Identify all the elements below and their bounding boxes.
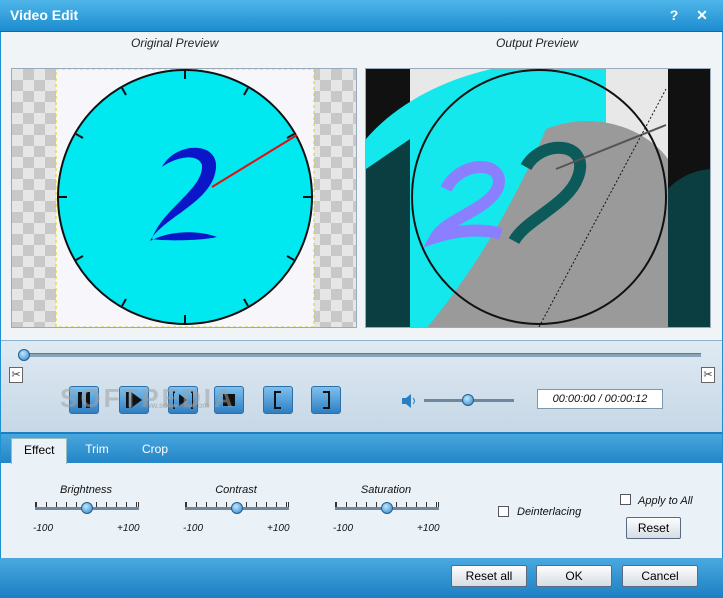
original-preview-label: Original Preview (131, 36, 219, 50)
ok-button[interactable]: OK (536, 565, 612, 587)
tab-crop[interactable]: Crop (129, 438, 181, 462)
tab-effect[interactable]: Effect (11, 438, 67, 464)
contrast-max: +100 (267, 523, 290, 534)
cancel-button[interactable]: Cancel (622, 565, 698, 587)
watermark-url: www.softpedia.com (140, 401, 209, 410)
window-title: Video Edit (10, 7, 79, 23)
brightness-min: -100 (33, 523, 54, 534)
mark-in-icon (274, 391, 281, 409)
saturation-label: Saturation (360, 484, 412, 496)
contrast-label: Contrast (215, 484, 257, 496)
contrast-min: -100 (183, 523, 204, 534)
footer: Reset all OK Cancel (0, 558, 723, 598)
apply-to-all-label: Apply to All (638, 495, 693, 507)
deinterlacing-label: Deinterlacing (517, 506, 582, 518)
apply-to-all-checkbox[interactable] (620, 494, 631, 505)
output-preview (365, 68, 711, 328)
volume-icon[interactable] (401, 393, 419, 409)
original-clock-image (55, 69, 315, 327)
trim-end-scissor-icon[interactable]: ✂ (701, 367, 715, 383)
output-clock-image (366, 69, 710, 327)
reset-button[interactable]: Reset (626, 517, 681, 539)
brightness-max: +100 (117, 523, 140, 534)
effect-panel: Effect Trim Crop Brightness -100 +100 Co… (1, 432, 722, 558)
deinterlacing-checkbox[interactable] (498, 506, 509, 517)
volume-knob[interactable] (462, 394, 474, 406)
brightness-label: Brightness (60, 484, 112, 496)
title-bar: Video Edit ? ✕ (0, 0, 723, 32)
saturation-min: -100 (333, 523, 354, 534)
mark-in-button[interactable] (263, 386, 293, 414)
brightness-knob[interactable] (81, 502, 93, 514)
saturation-max: +100 (417, 523, 440, 534)
preview-area: Original Preview Output Preview (1, 32, 722, 340)
reset-all-button[interactable]: Reset all (451, 565, 527, 587)
tab-trim[interactable]: Trim (73, 438, 121, 462)
mark-out-button[interactable] (311, 386, 341, 414)
contrast-knob[interactable] (231, 502, 243, 514)
help-button[interactable]: ? (664, 5, 684, 25)
time-display: 00:00:00 / 00:00:12 (537, 389, 663, 409)
close-button[interactable]: ✕ (692, 5, 712, 25)
timeline-track[interactable] (23, 353, 701, 357)
saturation-knob[interactable] (381, 502, 393, 514)
original-preview (11, 68, 357, 328)
trim-start-scissor-icon[interactable]: ✂ (9, 367, 23, 383)
mark-out-icon (323, 391, 330, 409)
timeline-knob[interactable] (18, 349, 30, 361)
output-preview-label: Output Preview (496, 36, 579, 50)
